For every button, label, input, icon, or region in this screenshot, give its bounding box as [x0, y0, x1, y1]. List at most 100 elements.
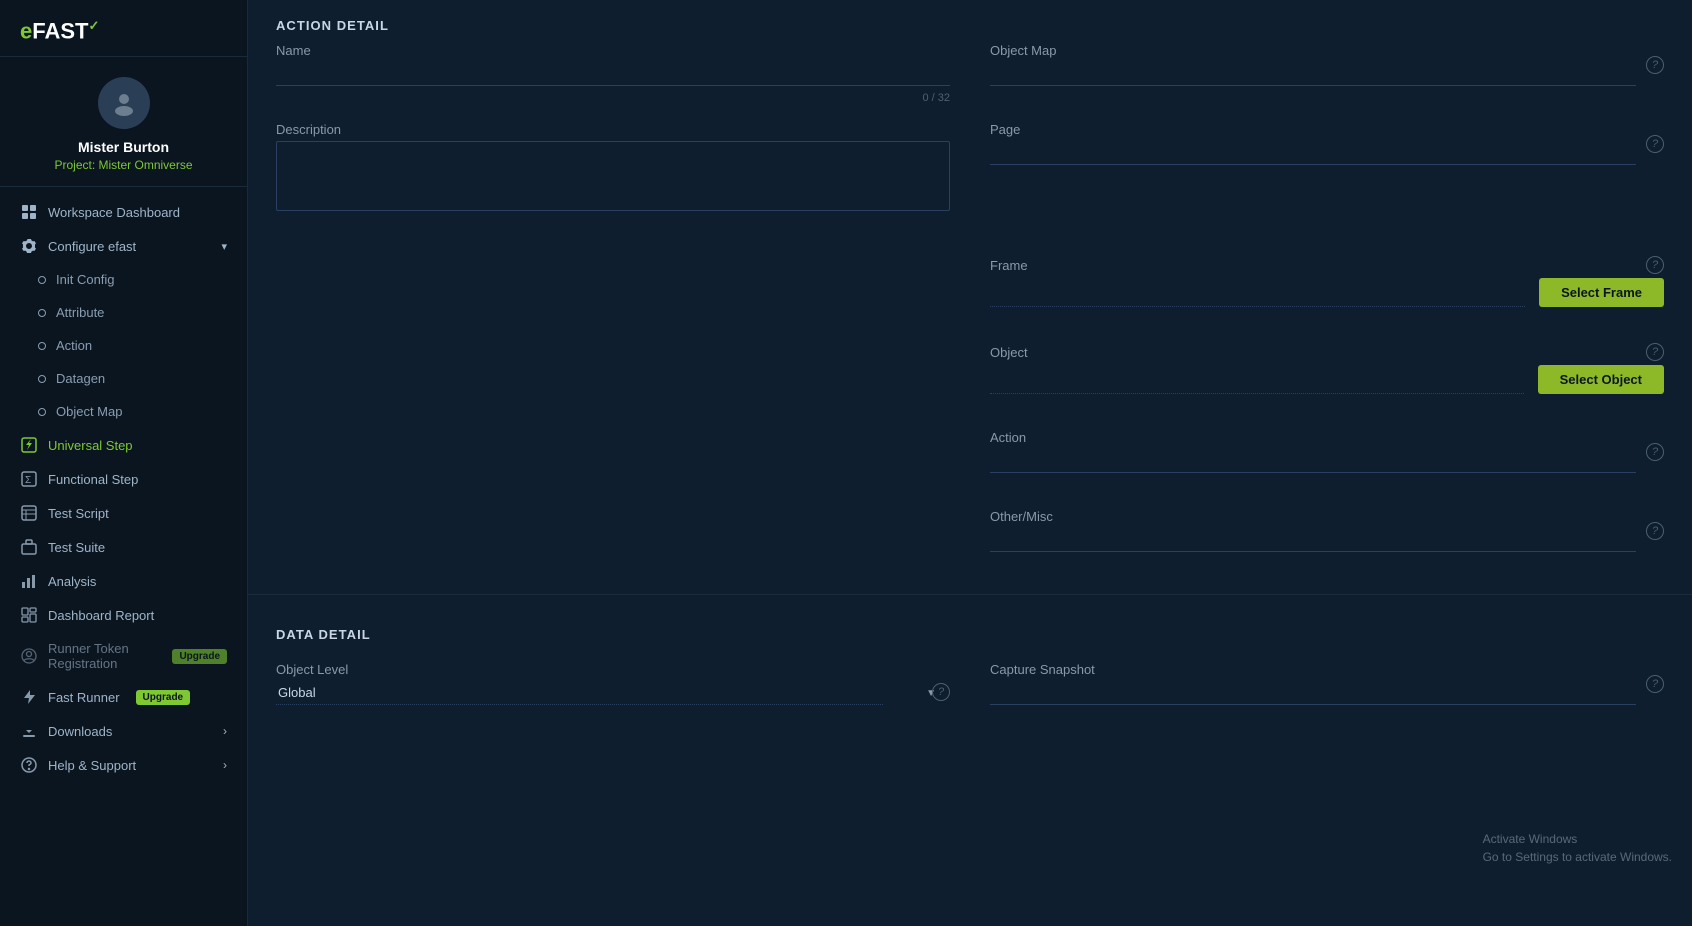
action-field: Action ?: [990, 430, 1664, 473]
sidebar-label-dashboard-report: Dashboard Report: [48, 608, 154, 623]
name-input[interactable]: [276, 62, 950, 86]
sigma-icon: Σ: [20, 471, 38, 487]
action-input[interactable]: [990, 449, 1636, 473]
sidebar-label-functional-step: Functional Step: [48, 472, 138, 487]
page-help-icon[interactable]: ?: [1646, 135, 1664, 153]
table-icon: [20, 505, 38, 521]
logo-e: e: [20, 18, 32, 43]
other-misc-help-icon[interactable]: ?: [1646, 522, 1664, 540]
upgrade-badge-runner[interactable]: Upgrade: [172, 649, 227, 664]
empty-col-6: [276, 509, 950, 570]
sidebar-item-runner-token[interactable]: Runner Token Registration Upgrade: [0, 632, 247, 680]
form-row-1: Name 0 / 32 Object Map ?: [276, 43, 1664, 104]
object-level-select-wrapper: Global Local Session ▼ ?: [276, 681, 950, 705]
description-field: Description: [276, 122, 950, 214]
sidebar-nav: Workspace Dashboard Configure efast ▾ In…: [0, 187, 247, 926]
briefcase-icon: [20, 539, 38, 555]
logo-badge: ✓: [88, 18, 99, 33]
object-map-input[interactable]: [990, 62, 1636, 86]
action-detail-title: ACTION DETAIL: [248, 0, 1692, 43]
sidebar-label-test-suite: Test Suite: [48, 540, 105, 555]
sidebar: eFAST✓ Mister Burton Project: Mister Omn…: [0, 0, 248, 926]
user-name: Mister Burton: [78, 139, 169, 155]
form-row-4: Object ? Select Object: [276, 343, 1664, 412]
frame-input-wrapper: [990, 283, 1525, 307]
sidebar-item-test-suite[interactable]: Test Suite: [0, 530, 247, 564]
gear-icon: [20, 238, 38, 254]
data-form-row-1: Object Level Global Local Session ▼ ?: [276, 662, 1664, 723]
sidebar-item-action[interactable]: Action: [0, 329, 247, 362]
form-row-3: Frame ? Select Frame: [276, 256, 1664, 325]
page-input[interactable]: [990, 141, 1636, 165]
sidebar-item-dashboard-report[interactable]: Dashboard Report: [0, 598, 247, 632]
name-label: Name: [276, 43, 950, 58]
svg-text:Σ: Σ: [25, 475, 31, 486]
sidebar-item-test-script[interactable]: Test Script: [0, 496, 247, 530]
sidebar-item-workspace-dashboard[interactable]: Workspace Dashboard: [0, 195, 247, 229]
object-level-help-icon[interactable]: ?: [932, 683, 950, 701]
capture-snapshot-label: Capture Snapshot: [990, 662, 1636, 677]
frame-row: Select Frame: [990, 278, 1664, 307]
capture-snapshot-help-icon[interactable]: ?: [1646, 675, 1664, 693]
sidebar-item-help-support[interactable]: Help & Support ›: [0, 748, 247, 782]
capture-snapshot-input[interactable]: [990, 681, 1636, 705]
sidebar-label-workspace-dashboard: Workspace Dashboard: [48, 205, 180, 220]
sidebar-label-fast-runner: Fast Runner: [48, 690, 120, 705]
sidebar-item-fast-runner[interactable]: Fast Runner Upgrade: [0, 680, 247, 714]
page-label: Page: [990, 122, 1636, 137]
sidebar-item-downloads[interactable]: Downloads ›: [0, 714, 247, 748]
upgrade-badge-fast-runner[interactable]: Upgrade: [136, 690, 191, 705]
action-detail-form: Name 0 / 32 Object Map ? Description: [248, 43, 1692, 588]
avatar: [98, 77, 150, 129]
object-level-label: Object Level: [276, 662, 950, 677]
name-field: Name 0 / 32: [276, 43, 950, 86]
sidebar-item-attribute[interactable]: Attribute: [0, 296, 247, 329]
chevron-right-icon-help: ›: [223, 758, 227, 772]
object-level-select[interactable]: Global Local Session: [276, 681, 883, 705]
bar-chart-icon: [20, 573, 38, 589]
select-frame-button[interactable]: Select Frame: [1539, 278, 1664, 307]
frame-field: Frame ? Select Frame: [990, 256, 1664, 307]
sidebar-item-datagen[interactable]: Datagen: [0, 362, 247, 395]
name-col: Name 0 / 32: [276, 43, 950, 104]
grid-icon: [20, 204, 38, 220]
other-misc-col: Other/Misc ?: [990, 509, 1664, 570]
empty-col-4: [276, 343, 950, 412]
help-icon: [20, 757, 38, 773]
sidebar-label-help-support: Help & Support: [48, 758, 136, 773]
object-help-icon[interactable]: ?: [1646, 343, 1664, 361]
sidebar-label-analysis: Analysis: [48, 574, 96, 589]
description-input[interactable]: [276, 141, 950, 211]
action-help-icon[interactable]: ?: [1646, 443, 1664, 461]
capture-snapshot-col: Capture Snapshot ?: [990, 662, 1664, 723]
sidebar-item-universal-step[interactable]: Universal Step: [0, 428, 247, 462]
chevron-down-icon: ▾: [221, 240, 227, 253]
lightning-icon: [20, 437, 38, 453]
select-object-button[interactable]: Select Object: [1538, 365, 1664, 394]
sidebar-item-functional-step[interactable]: Σ Functional Step: [0, 462, 247, 496]
windows-activation-notice: Activate Windows Go to Settings to activ…: [1483, 830, 1672, 866]
sidebar-label-object-map: Object Map: [56, 404, 122, 419]
circle-icon: [38, 375, 46, 383]
sidebar-label-init-config: Init Config: [56, 272, 115, 287]
sidebar-item-analysis[interactable]: Analysis: [0, 564, 247, 598]
sidebar-item-object-map[interactable]: Object Map: [0, 395, 247, 428]
page-col: Page ?: [990, 122, 1664, 232]
object-map-field: Object Map ?: [990, 43, 1664, 86]
action-label: Action: [990, 430, 1636, 445]
object-level-col: Object Level Global Local Session ▼ ?: [276, 662, 950, 723]
sidebar-item-configure-efast[interactable]: Configure efast ▾: [0, 229, 247, 263]
sidebar-label-runner-token: Runner Token Registration: [48, 641, 156, 671]
flash-icon: [20, 689, 38, 705]
form-row-2: Description Page ?: [276, 122, 1664, 232]
object-map-help-icon[interactable]: ?: [1646, 56, 1664, 74]
sidebar-item-init-config[interactable]: Init Config: [0, 263, 247, 296]
other-misc-input[interactable]: [990, 528, 1636, 552]
object-field: Object ? Select Object: [990, 343, 1664, 394]
other-misc-label: Other/Misc: [990, 509, 1636, 524]
frame-help-icon[interactable]: ?: [1646, 256, 1664, 274]
form-row-6: Other/Misc ?: [276, 509, 1664, 570]
frame-input[interactable]: [990, 283, 1525, 307]
configure-submenu: Init Config Attribute Action Datagen Obj…: [0, 263, 247, 428]
object-input[interactable]: [990, 370, 1524, 394]
